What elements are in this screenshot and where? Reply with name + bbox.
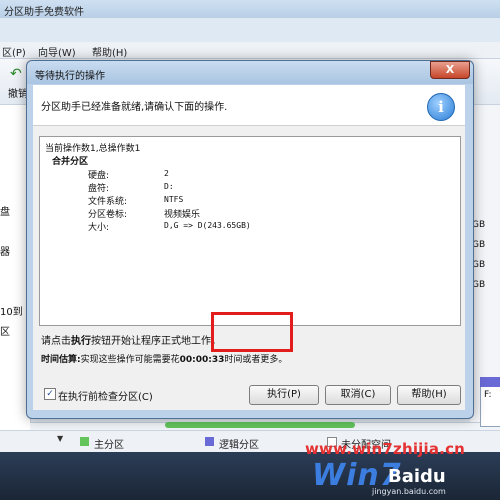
execute-button[interactable]: 执行(P) bbox=[249, 385, 319, 405]
menu-partition[interactable]: 区(P) bbox=[2, 44, 26, 59]
undo-icon[interactable]: ↶ bbox=[10, 67, 26, 81]
disk-bar-label: F: bbox=[484, 390, 492, 400]
dialog-titlebar[interactable]: 等待执行的操作 X bbox=[27, 61, 473, 84]
dialog-body: 分区助手已经准备就绪,请确认下面的操作. i 当前操作数1,总操作数1 合并分区… bbox=[33, 85, 465, 410]
operation-summary: 当前操作数1,总操作数1 bbox=[45, 144, 141, 154]
watermark-site: www.win7zhijia.cn bbox=[305, 440, 466, 458]
menu-wizard[interactable]: 向导(W) bbox=[38, 44, 76, 59]
disk-bar-fill bbox=[480, 377, 500, 387]
legend-logical: 逻辑分区 bbox=[219, 440, 259, 451]
primary-swatch bbox=[80, 437, 89, 446]
left-label: 盘 bbox=[0, 207, 10, 218]
header-text: 分区助手已经准备就绪,请确认下面的操作. bbox=[41, 102, 228, 113]
dialog-title: 等待执行的操作 bbox=[35, 71, 105, 82]
field-label: 分区卷标: bbox=[88, 210, 128, 220]
time-estimate: 时间估算:实现这些操作可能需要花00:00:33时间或者更多。 bbox=[41, 352, 287, 365]
hint-suffix: 按钮开始让程序正式地工作。 bbox=[91, 336, 221, 347]
cancel-button[interactable]: 取消(C) bbox=[325, 385, 391, 405]
hint-text: 请点击执行按钮开始让程序正式地工作。 bbox=[41, 332, 221, 347]
estimate-label: 时间估算: bbox=[41, 355, 81, 365]
hint-prefix: 请点击 bbox=[41, 336, 71, 347]
menu-help[interactable]: 帮助(H) bbox=[92, 44, 127, 59]
info-icon: i bbox=[427, 93, 455, 121]
app-titlebar-spacer bbox=[0, 18, 500, 42]
undo-label[interactable]: 撤销 bbox=[8, 85, 28, 100]
field-label: 大小: bbox=[88, 223, 110, 233]
logical-swatch bbox=[205, 437, 214, 446]
dialog-header: 分区助手已经准备就绪,请确认下面的操作. i bbox=[33, 85, 465, 126]
scroll-down-arrow[interactable]: ▼ bbox=[57, 434, 63, 443]
menu-bar: 区(P) 向导(W) 帮助(H) bbox=[0, 42, 500, 59]
app-titlebar: 分区助手免费软件 bbox=[0, 0, 500, 18]
close-button[interactable]: X bbox=[430, 61, 470, 79]
watermark-baidu: Baidu bbox=[388, 466, 446, 487]
field-value: NTFS bbox=[164, 195, 184, 204]
field-value: D,G => D(243.65GB) bbox=[164, 221, 251, 230]
app-title: 分区助手免费软件 bbox=[4, 7, 84, 18]
estimate-text: 实现这些操作可能需要花 bbox=[80, 355, 180, 365]
field-value: 2 bbox=[164, 169, 169, 178]
field-value: 视频娱乐 bbox=[164, 210, 201, 220]
operation-name: 合并分区 bbox=[52, 157, 89, 167]
field-label: 硬盘: bbox=[88, 171, 110, 181]
operations-list[interactable]: 当前操作数1,总操作数1 合并分区 硬盘: 2 盘符: D: 文件系统: NTF… bbox=[39, 136, 461, 326]
partition-bar[interactable] bbox=[165, 422, 355, 428]
field-label: 文件系统: bbox=[88, 197, 128, 207]
watermark-url: jingyan.baidu.com bbox=[372, 487, 446, 496]
hint-bold: 执行 bbox=[71, 336, 91, 347]
execute-highlight-box bbox=[211, 312, 293, 352]
check-partition-label[interactable]: 在执行前检查分区(C) bbox=[58, 388, 153, 403]
legend-primary: 主分区 bbox=[94, 440, 124, 451]
help-button[interactable]: 帮助(H) bbox=[397, 385, 461, 405]
field-value: D: bbox=[164, 182, 174, 191]
estimate-time: 00:00:33 bbox=[179, 355, 225, 365]
left-label: 10到 bbox=[0, 307, 23, 318]
check-partition-checkbox[interactable]: ✓ bbox=[44, 388, 56, 400]
left-label: 器 bbox=[0, 247, 10, 258]
pending-operations-dialog: 等待执行的操作 X 分区助手已经准备就绪,请确认下面的操作. i 当前操作数1,… bbox=[26, 60, 474, 419]
field-label: 盘符: bbox=[88, 184, 110, 194]
estimate-suffix: 时间或者更多。 bbox=[224, 355, 288, 365]
left-label: 区 bbox=[0, 327, 10, 338]
